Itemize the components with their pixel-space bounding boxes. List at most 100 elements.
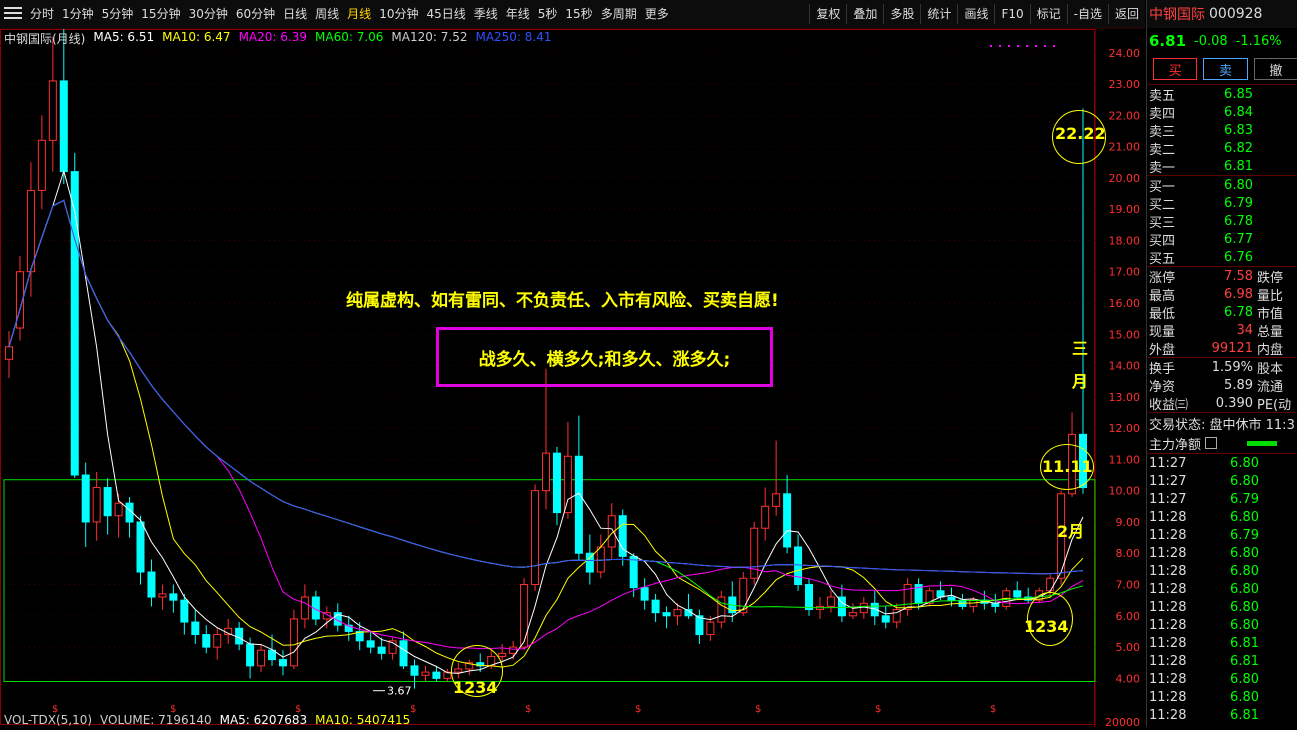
tool-button-1[interactable]: 叠加	[846, 4, 883, 24]
tab-14[interactable]: 15秒	[561, 0, 596, 28]
tab-6[interactable]: 日线	[279, 0, 311, 28]
y-tick-label: 21.00	[1109, 141, 1141, 154]
buy-button[interactable]: 买	[1153, 58, 1198, 80]
candle-body	[826, 596, 835, 607]
tick-time: 11:28	[1149, 527, 1187, 543]
tab-9[interactable]: 10分钟	[375, 0, 422, 28]
tool-button-5[interactable]: F10	[994, 4, 1029, 24]
tab-3[interactable]: 15分钟	[137, 0, 184, 28]
quote-right-label: 内盘	[1257, 342, 1284, 358]
tick-price: 6.80	[1230, 581, 1259, 597]
quote-value: 6.80	[1224, 177, 1253, 193]
candle-body	[509, 646, 518, 654]
y-tick-label: 15.00	[1109, 328, 1141, 341]
volume-legend-item: MA10: 5407415	[315, 713, 411, 727]
cancel-button[interactable]: 撤	[1253, 58, 1297, 80]
y-tick-label: 18.00	[1109, 234, 1141, 247]
dividend-marker: $	[410, 704, 416, 715]
candle-body	[574, 455, 583, 554]
tick-row: 11:27 6.80	[1147, 454, 1297, 472]
quote-row: 卖四 6.84	[1147, 103, 1297, 122]
tool-button-4[interactable]: 画线	[957, 4, 994, 24]
candle-body	[92, 487, 101, 523]
consolidation-box	[3, 479, 1096, 682]
candle-body	[498, 652, 507, 657]
tool-button-0[interactable]: 复权	[809, 4, 846, 24]
tab-10[interactable]: 45日线	[422, 0, 469, 28]
tool-button-3[interactable]: 统计	[920, 4, 957, 24]
quote-label: 最高	[1149, 288, 1176, 304]
candle-body	[114, 502, 123, 517]
quote-value: 0.390	[1215, 395, 1253, 411]
menu-icon[interactable]	[4, 7, 22, 21]
ma-legend-item: MA60: 7.06	[315, 30, 384, 44]
candle-body	[432, 671, 441, 679]
quote-row: 最高 6.98 量比	[1147, 285, 1297, 304]
tool-button-7[interactable]: -自选	[1066, 4, 1108, 24]
y-tick-label: 22.00	[1109, 109, 1141, 122]
quote-value: 6.82	[1224, 140, 1253, 156]
stock-header: 中钢国际 000928	[1147, 0, 1297, 28]
tab-5[interactable]: 60分钟	[232, 0, 279, 28]
tab-13[interactable]: 5秒	[534, 0, 562, 28]
quote-row: 最低 6.78 市值	[1147, 303, 1297, 322]
tab-2[interactable]: 5分钟	[98, 0, 138, 28]
tab-15[interactable]: 多周期	[597, 0, 641, 28]
tick-price: 6.81	[1230, 653, 1259, 669]
pink-dot	[990, 45, 992, 47]
tick-row: 11:28 6.81	[1147, 706, 1297, 724]
quote-label: 买四	[1149, 233, 1176, 249]
quote-row: 买一 6.80	[1147, 176, 1297, 195]
quote-row: 涨停 7.58 跌停	[1147, 267, 1297, 286]
tick-row: 11:27 6.80	[1147, 472, 1297, 490]
tick-time: 11:28	[1149, 653, 1187, 669]
tick-row: 11:28 6.80	[1147, 508, 1297, 526]
quote-right-label: 股本	[1257, 361, 1284, 377]
y-tick-label: 17.00	[1109, 266, 1141, 279]
tab-0[interactable]: 分时	[26, 0, 58, 28]
quote-value: 6.76	[1224, 249, 1253, 265]
tool-button-2[interactable]: 多股	[883, 4, 920, 24]
y-tick-label: 16.00	[1109, 297, 1141, 310]
pink-dot	[1017, 45, 1019, 47]
quote-label: 卖二	[1149, 142, 1176, 158]
tab-8[interactable]: 月线	[343, 0, 375, 28]
quote-label: 买一	[1149, 179, 1176, 195]
tick-row: 11:28 6.81	[1147, 652, 1297, 670]
tick-price: 6.80	[1230, 617, 1259, 633]
tab-7[interactable]: 周线	[311, 0, 343, 28]
candle-body	[158, 593, 167, 598]
tick-time: 11:27	[1149, 491, 1187, 507]
tick-time: 11:28	[1149, 671, 1187, 687]
tick-time: 11:28	[1149, 563, 1187, 579]
tab-11[interactable]: 季线	[470, 0, 502, 28]
tab-4[interactable]: 30分钟	[185, 0, 232, 28]
y-tick-label: 6.00	[1116, 610, 1141, 623]
tick-price: 6.80	[1230, 599, 1259, 615]
candle-body	[640, 587, 649, 601]
tick-time: 11:28	[1149, 545, 1187, 561]
tool-button-6[interactable]: 标记	[1029, 4, 1067, 24]
tick-time: 11:28	[1149, 509, 1187, 525]
candle-body	[377, 646, 386, 654]
tick-price: 6.80	[1230, 455, 1259, 471]
ma-legend-item: MA5: 6.51	[93, 30, 155, 44]
candle-body	[81, 474, 90, 523]
tick-price: 6.80	[1230, 689, 1259, 705]
motto-box: 战多久、横多久;和多久、涨多久;	[436, 327, 773, 387]
pink-dot	[1008, 45, 1010, 47]
tab-12[interactable]: 年线	[502, 0, 534, 28]
candle-body	[596, 546, 605, 573]
candle-body	[563, 455, 572, 514]
candle-body	[5, 346, 13, 360]
tick-price: 6.80	[1230, 563, 1259, 579]
volume-legend: VOL-TDX(5,10) VOLUME: 7196140 MA5: 6207683…	[4, 713, 410, 727]
candle-body	[662, 612, 671, 617]
tab-16[interactable]: 更多	[641, 0, 673, 28]
ma-legend-item: MA120: 7.52	[391, 30, 468, 44]
candle-body	[366, 640, 375, 648]
tab-1[interactable]: 1分钟	[58, 0, 98, 28]
sell-button[interactable]: 卖	[1203, 58, 1248, 80]
candle-body	[542, 452, 550, 492]
tool-button-8[interactable]: 返回	[1107, 4, 1145, 24]
